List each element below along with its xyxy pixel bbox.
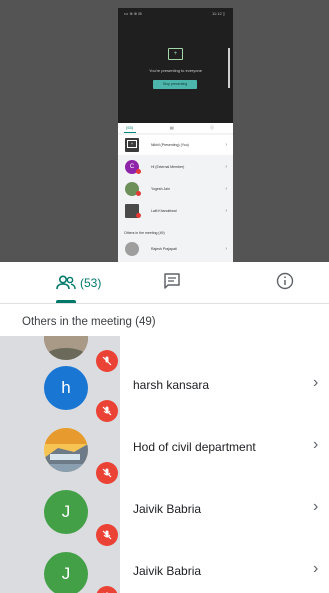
preview-mic-off-icon [136,213,141,218]
participants-list[interactable]: h harsh kansara › Hod of civil departmen… [0,336,329,593]
participant-name: harsh kansara [133,378,210,392]
chevron-right-icon[interactable]: › [313,374,318,392]
tab-people[interactable]: (53) [56,270,101,296]
presenting-text: You're presenting to everyone [149,68,202,73]
participant-row[interactable]: h harsh kansara › [0,356,329,422]
preview-chevron-icon: › [225,164,227,170]
preview-row-label: Hi (External Member) [151,165,185,169]
preview-row: Rajesh Prajapati › [118,239,233,259]
chevron-right-icon[interactable]: › [313,436,318,454]
preview-tab-chat-icon: ▤ [170,125,174,130]
avatar: J [44,552,88,593]
section-header: Others in the meeting (49) [22,316,156,328]
preview-status-right: 11:12 ▯ [211,11,225,16]
participant-name: Jaivik Babria [133,502,202,516]
preview-chevron-icon: › [225,246,227,252]
preview-status-bar: ••• ⊕ ⊕ ⊞ 11:12 ▯ [118,8,233,18]
preview-tab-people: (53) [126,125,134,130]
panel-tabs: (53) [0,262,329,304]
preview-row-label: Nikhil (Presenting) (You) [151,143,189,147]
preview-chevron-icon: › [225,208,227,214]
tab-info[interactable] [276,270,294,296]
preview-scrollbar [228,48,230,88]
preview-people-panel: (53) ▤ ⓘ + Nikhil (Presenting) (You) › C… [118,123,233,262]
chevron-right-icon[interactable]: › [313,560,318,578]
tabs-divider [0,303,329,304]
chevron-right-icon[interactable]: › [313,498,318,516]
info-icon [276,272,294,295]
preview-row-label: Lalit Khandelwal [151,209,177,213]
preview-tab-info-icon: ⓘ [210,125,214,130]
screen-share-preview: ••• ⊕ ⊕ ⊞ 11:12 ▯ + You're presenting to… [0,0,329,262]
participant-row[interactable]: J Jaivik Babria › [0,480,329,546]
preview-present-avatar: + [125,138,139,152]
shared-phone-screen: ••• ⊕ ⊕ ⊞ 11:12 ▯ + You're presenting to… [118,8,233,262]
people-count: (53) [80,276,102,290]
preview-row: Yogesh Jain › [118,179,233,199]
preview-status-left: ••• ⊕ ⊕ ⊞ [124,11,142,16]
preview-row: Lalit Khandelwal › [118,201,233,221]
people-icon [56,275,76,291]
preview-mic-off-icon [136,169,141,174]
participant-row[interactable]: Hod of civil department › [0,418,329,484]
preview-row-label: Rajesh Prajapati [151,247,177,251]
preview-row: C Hi (External Member) › [118,157,233,177]
stop-presenting-button: Stop presenting [153,80,197,89]
mic-off-icon [96,586,118,593]
preview-chevron-icon: › [225,142,227,148]
avatar: J [44,490,88,534]
tab-chat[interactable] [163,270,181,296]
participant-name: Hod of civil department [133,440,256,454]
participant-row[interactable]: J Jaivik Babria › [0,542,329,593]
preview-chevron-icon: › [225,186,227,192]
avatar [44,428,88,472]
participant-name: Jaivik Babria [133,564,202,578]
preview-section-header: Others in the meeting (49) [124,231,165,235]
preview-tab-underline [124,132,136,133]
preview-tabs: (53) ▤ ⓘ [118,123,233,133]
preview-avatar [125,242,139,256]
preview-row-label: Yogesh Jain [151,187,170,191]
present-screen-icon: + [168,48,183,60]
chat-icon [163,272,181,295]
preview-row-you: + Nikhil (Presenting) (You) › [118,135,233,155]
preview-mic-off-icon [136,191,141,196]
avatar: h [44,366,88,410]
